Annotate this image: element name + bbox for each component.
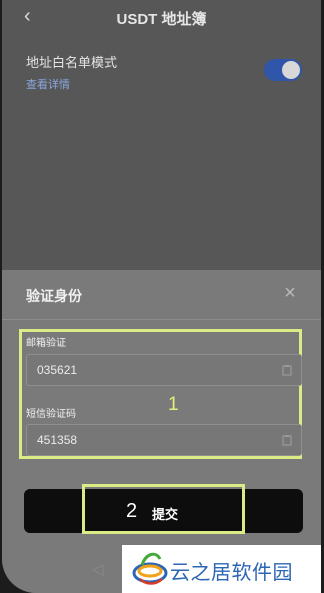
sms-code-label: 短信验证码 bbox=[26, 409, 76, 420]
page-title: USDT 地址簿 bbox=[116, 11, 207, 28]
divider bbox=[2, 319, 321, 320]
paste-icon[interactable] bbox=[281, 434, 293, 446]
phone-screen: ‹ USDT 地址簿 地址白名单模式 查看详情 验证身份 × 邮箱验证 0356… bbox=[2, 0, 321, 593]
watermark-text: 云之居软件园 bbox=[170, 562, 293, 584]
annotation-number-2: 2 bbox=[126, 500, 138, 522]
sheet-title: 验证身份 bbox=[26, 288, 82, 304]
whitelist-mode-label: 地址白名单模式 bbox=[26, 55, 118, 70]
submit-button-label[interactable]: 提交 bbox=[152, 504, 178, 523]
view-details-link[interactable]: 查看详情 bbox=[26, 76, 70, 92]
sms-code-value: 451358 bbox=[37, 433, 78, 447]
whitelist-toggle[interactable] bbox=[264, 59, 302, 81]
watermark: 云之居软件园 bbox=[122, 545, 321, 593]
email-code-value: 035621 bbox=[37, 363, 78, 377]
paste-icon[interactable] bbox=[281, 364, 293, 376]
email-code-label: 邮箱验证 bbox=[26, 338, 66, 349]
close-icon[interactable]: × bbox=[279, 282, 301, 304]
sms-code-field[interactable]: 451358 bbox=[26, 424, 302, 456]
toggle-knob bbox=[282, 61, 300, 79]
email-code-field[interactable]: 035621 bbox=[26, 354, 302, 386]
nav-back-icon[interactable]: ◁ bbox=[92, 560, 104, 578]
watermark-logo-icon bbox=[132, 552, 168, 585]
top-bar: ‹ USDT 地址簿 bbox=[2, 0, 321, 38]
annotation-number-1: 1 bbox=[168, 394, 179, 415]
